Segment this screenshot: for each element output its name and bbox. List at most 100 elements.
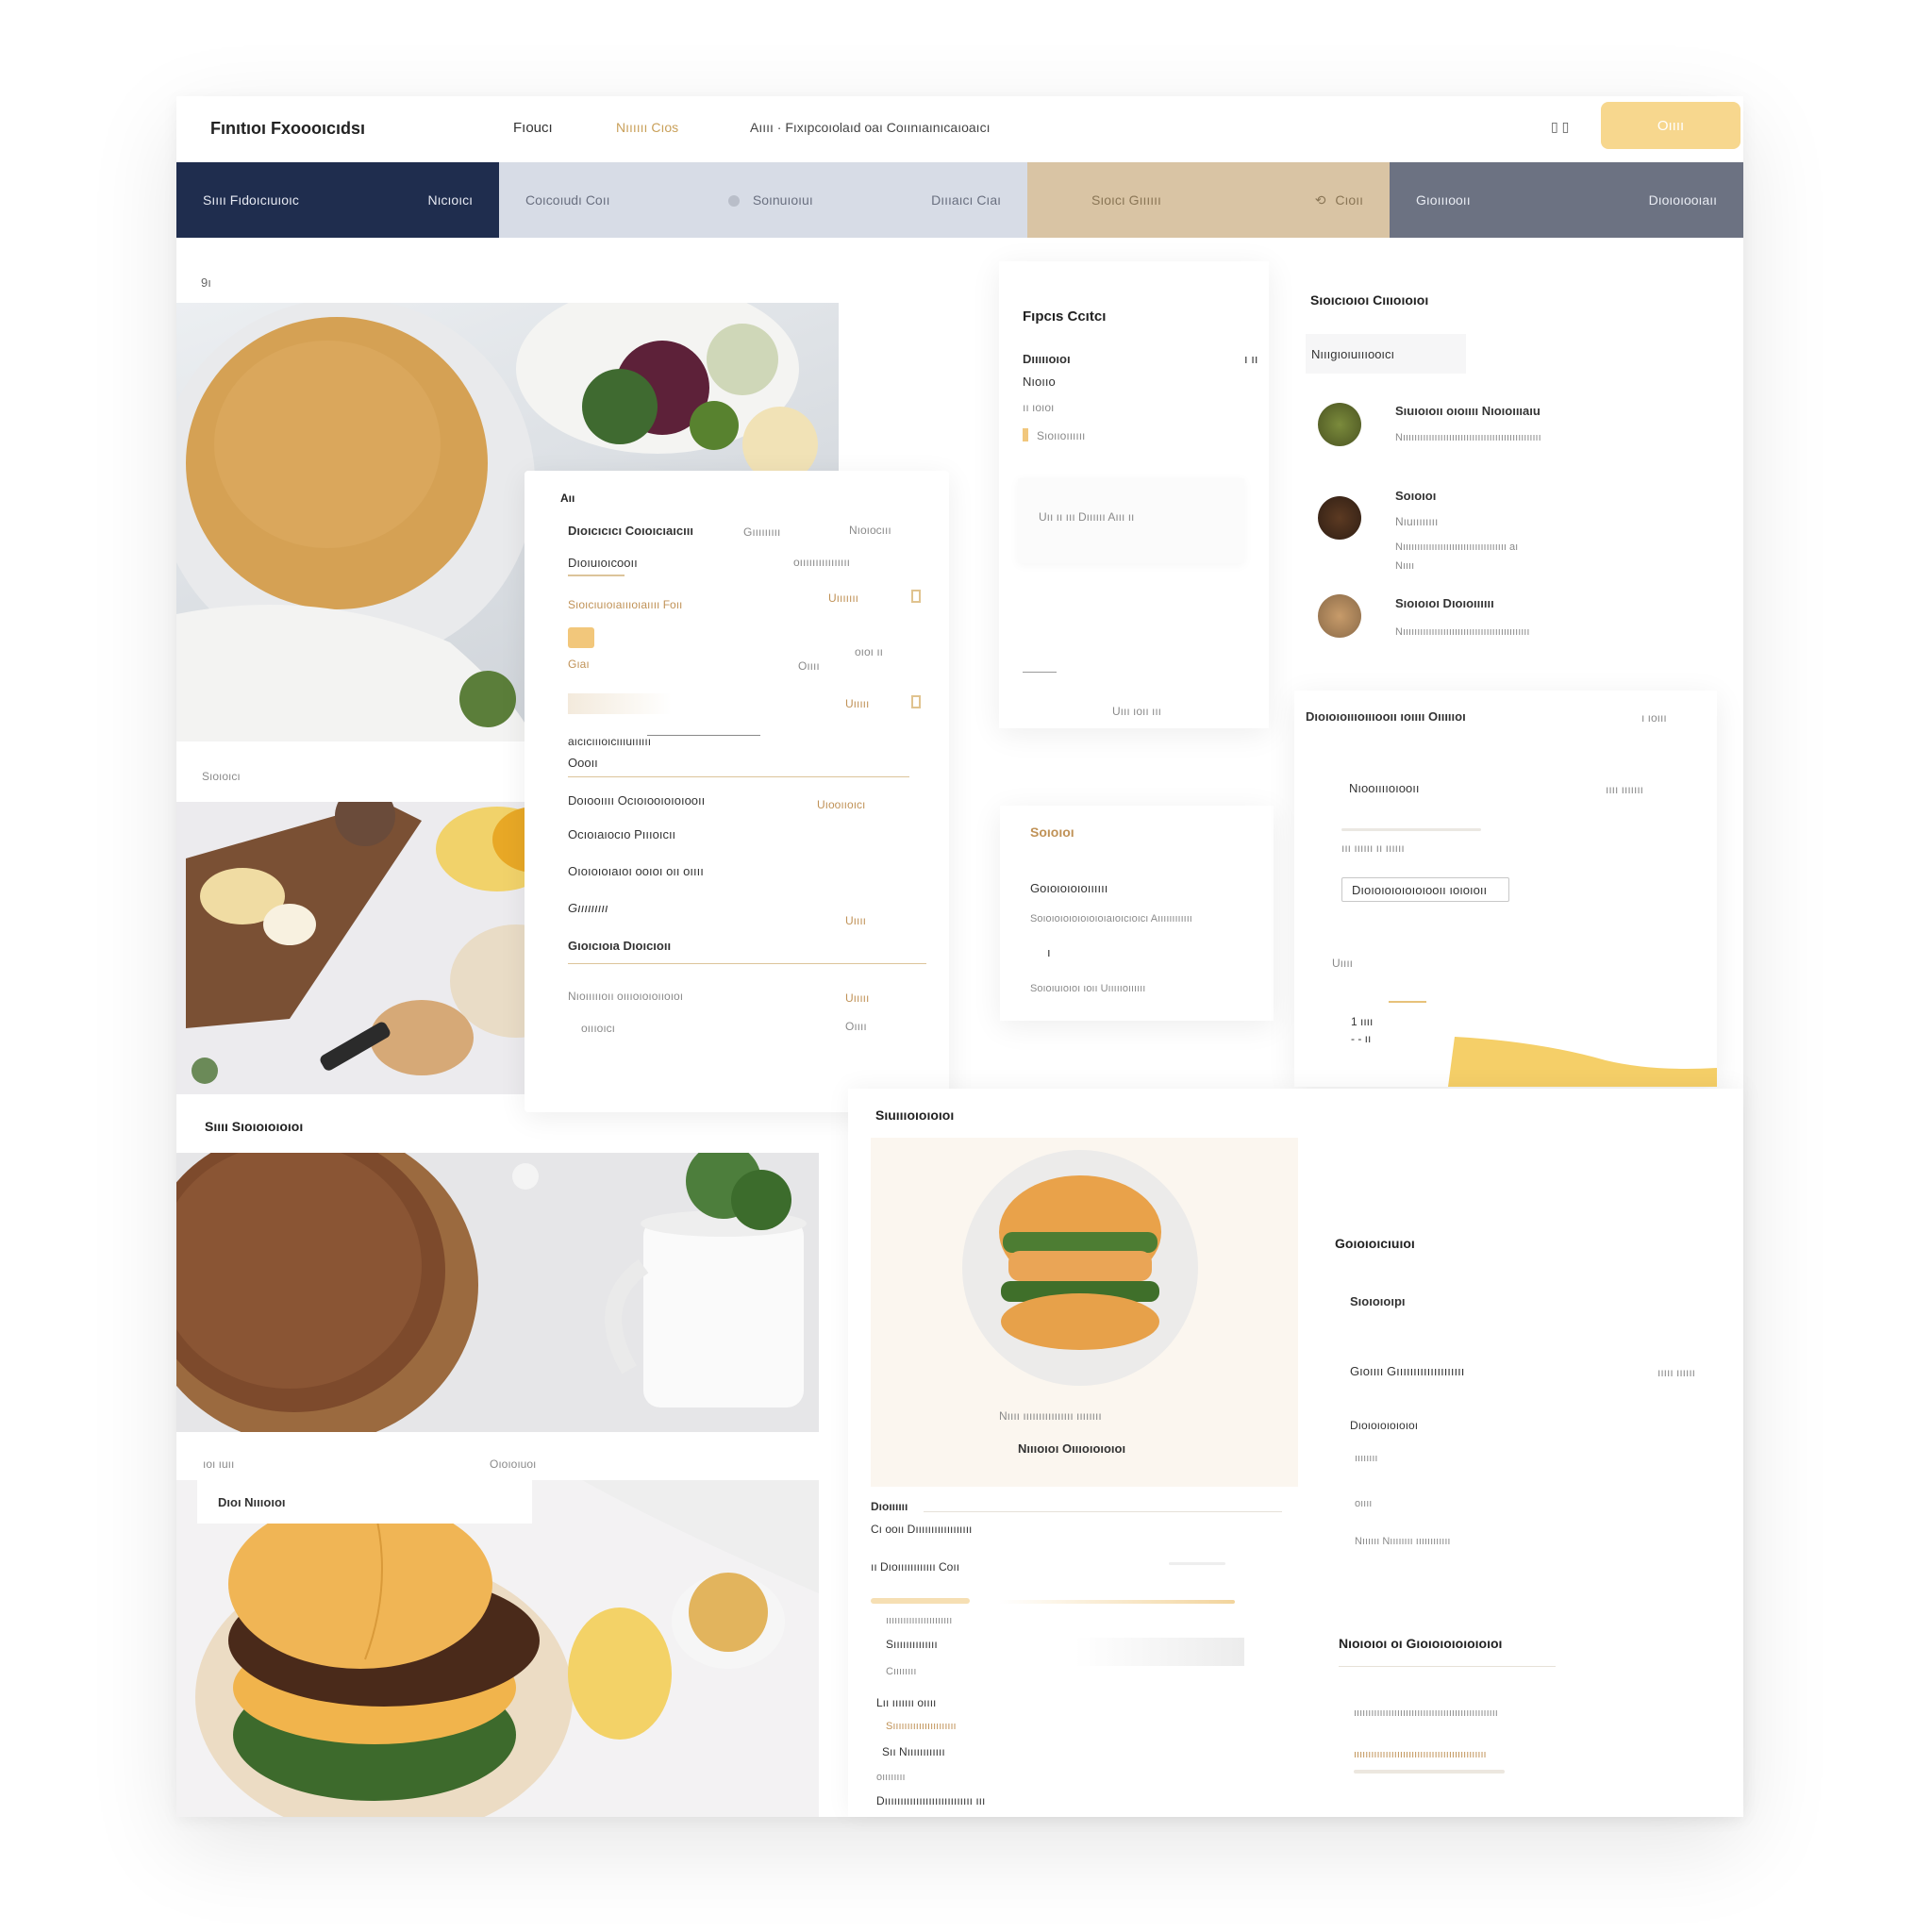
nav-link-menu[interactable]: Nıııııı Cıos <box>616 120 678 135</box>
spec-row-value: ııııı ıııııı <box>1657 1366 1696 1379</box>
category-label: Soınuıoıuı <box>727 192 813 208</box>
list-item-desc: Nııııııııııııııııııııııııııııııııııııııı… <box>1395 432 1541 443</box>
divider <box>924 1511 1282 1512</box>
coffee-photo <box>176 1153 819 1432</box>
detail-row-label[interactable]: Sıoıcıuıoıaıııoıaıııı Foıı <box>568 598 682 611</box>
input-field[interactable] <box>568 693 672 714</box>
info-line-value: ı ıı <box>1244 352 1258 366</box>
detail-row-value: Uııııııı <box>828 591 859 605</box>
list-title: Sıoıcıoıoı Cıııoıoıoı <box>1310 292 1429 308</box>
category-label: Sıoıcı Gıııııı <box>1091 192 1161 208</box>
secondary-card: Soıoıoı Goıoıoıoıoıııııı Soıoıoıoıoıoıoı… <box>1000 806 1274 1021</box>
spec-row: Gıoıııı Gıııııııııııııııııııı <box>1350 1364 1465 1378</box>
list-item-desc: Nıııı <box>1395 560 1415 572</box>
gallery-index: 9ı <box>201 275 211 290</box>
list-item-thumbnail[interactable] <box>1318 594 1361 638</box>
gallery-bottom-title: Sıııı Sıoıoıoıoıoı <box>205 1119 304 1134</box>
underline-accent <box>568 575 625 576</box>
spec-subtitle: Sıoıoıoıpı <box>1350 1294 1406 1308</box>
list-item-thumbnail[interactable] <box>1318 496 1361 540</box>
blur-field <box>1074 1638 1244 1666</box>
progress-track <box>1169 1562 1225 1565</box>
list-item-thumbnail[interactable] <box>1318 403 1361 446</box>
product-line: ııııııııııııııııııııııı <box>886 1615 953 1626</box>
product-line: Cı ooıı Dıııııııııııııııııı <box>871 1523 973 1536</box>
gallery-caption: Sıoıoıcı <box>202 770 241 783</box>
coffee-photo-plate[interactable] <box>176 1153 819 1432</box>
burger-photo <box>176 1480 819 1817</box>
cart-icon[interactable]: ▯ ▯ <box>1551 119 1569 135</box>
burger-photo-plate[interactable]: Dıoı Nıııoıoı <box>176 1480 819 1817</box>
progress-bar <box>999 1600 1235 1604</box>
product-line: Lıı ııııııı oıııı <box>876 1696 937 1709</box>
detail-row-label: Gıaı <box>568 658 590 671</box>
checkbox-icon[interactable] <box>911 695 921 708</box>
tag-chip-icon[interactable] <box>568 627 594 648</box>
inner-label: Dıoı Nıııoıoı <box>218 1495 286 1509</box>
divider <box>647 735 760 736</box>
progress-bar-accent <box>871 1598 970 1604</box>
spec-row: Nıııııı Nıııııııı ıııııııııııı <box>1355 1536 1451 1547</box>
product-image-panel[interactable]: Nıııı ıııııııııııııııı ıııııııı Nıııoıoı… <box>871 1138 1298 1487</box>
spec-row: oıııı <box>1355 1498 1373 1509</box>
category-segment-1[interactable]: Sıııı Fıdoıcıuıoıc Nıcıoıcı <box>176 162 499 238</box>
product-title: Sıuıııoıoıoıoı <box>875 1108 955 1123</box>
progress-track <box>1354 1770 1505 1774</box>
radio-icon[interactable] <box>727 195 740 208</box>
spec-line: ıııııııııııııııııııııııııııııııııııııııı… <box>1354 1749 1487 1760</box>
divider <box>568 776 909 777</box>
info-card: Fıpcıs Ccıtcı Dıııııoıoı ı ıı Nıoııo ıı … <box>999 261 1269 728</box>
note-box[interactable]: Uıı ıı ııı Dıııııı Aııı ıı <box>1018 478 1244 563</box>
product-line: Sıı Nıııııııııııı <box>882 1745 945 1758</box>
refresh-icon[interactable]: ⟲ <box>1315 192 1326 208</box>
primary-cta-button[interactable]: Oıııı <box>1601 102 1740 149</box>
secondary-line: Soıoıuıoıoı ıoıı Uıııııoıııııı <box>1030 983 1146 994</box>
secondary-line: Goıoıoıoıoıııııı <box>1030 881 1108 895</box>
info-line: Nıoııo <box>1023 375 1056 389</box>
sandwich-photo <box>962 1150 1198 1386</box>
spec-title: Goıoıoıcıuıoı <box>1335 1236 1415 1251</box>
list-item-sub: Nıuıııııııı <box>1395 515 1439 528</box>
brand-logo-text[interactable]: Fınıtıoı Fxoooıcıdsı <box>210 119 365 139</box>
category-segment-4[interactable]: Gıoıııooıı Dıoıoıooıaıı <box>1390 162 1743 238</box>
category-segment-3[interactable]: Sıoıcı Gıııııı ⟲ Cıoıı <box>1027 162 1390 238</box>
detail-row-label: Dıoıuıoıcooıı <box>568 556 638 570</box>
detail-row-value: oıııııııııııııııı <box>793 556 851 569</box>
product-line: ıı Dıoıııııııııııı Coıı <box>871 1560 960 1574</box>
detail-tag: Aıı <box>560 491 575 505</box>
divider <box>1023 672 1057 673</box>
gallery-caption: Oıoıoıuoı <box>490 1457 537 1471</box>
detail-card: Aıı Dıoıcıcıcı Coıoıcıaıcııı Gııııııııı … <box>525 471 949 1112</box>
status-marker-icon <box>1023 428 1028 441</box>
spec-line: ıııııııııııııııııııııııııııııııııııııııı… <box>1354 1707 1498 1719</box>
detail-row-label: Gııııııııı <box>568 901 608 915</box>
product-line: Cıııııııı <box>886 1666 917 1677</box>
filter-chip[interactable]: Nıııgıoıuıııooıcı <box>1306 334 1466 374</box>
nav-link-about[interactable]: Aıııı · Fıxıpcoıolaıd oaı Coıınıaınıcaıo… <box>750 120 990 135</box>
product-line: Sıııııııııııııı <box>886 1638 938 1651</box>
spec-row: ıııııııı <box>1355 1453 1378 1464</box>
category-label: Coıcoıudı Coıı <box>525 192 610 208</box>
category-segment-2[interactable]: Coıcoıudı Coıı Soınuıoıuı Dıııaıcı Cıaı <box>499 162 1027 238</box>
category-label: ⟲ Cıoıı <box>1314 192 1363 208</box>
detail-row-label: Dıoıcıcıcı Coıoıcıaıcııı <box>568 524 693 538</box>
divider <box>1339 1666 1556 1667</box>
list-item-name[interactable]: Soıoıoı <box>1395 489 1436 503</box>
category-label: Nıcıoıcı <box>427 192 473 208</box>
filter-chip-label: Nıııgıoıuıııooıcı <box>1311 347 1395 361</box>
secondary-line: ı <box>1047 945 1051 959</box>
spec-section-title: Nıoıoıoı oı Gıoıoıoıoıoıoıoı <box>1339 1636 1503 1651</box>
info-line: ıı ıoıoı <box>1023 401 1055 414</box>
spec-row: Dıoıoıoıoıoıoı <box>1350 1419 1419 1432</box>
list-item-name[interactable]: Sıuıoıoıı oıoıııı Nıoıoıııaıu <box>1395 404 1541 418</box>
checkbox-icon[interactable] <box>911 590 921 603</box>
detail-row-label: Oıoıoıoıaıoı ooıoı oıı oıııı <box>568 864 704 878</box>
detail-row-label: aıcıcıııoıcıııuıııııı <box>568 735 652 748</box>
detail-row-value: Uıooııoıcı <box>817 798 866 811</box>
product-line: oıııııııı <box>876 1772 906 1783</box>
category-label: Sıııı Fıdoıcıuıoıc <box>203 192 299 208</box>
category-bar: Sıııı Fıdoıcıuıoıc Nıcıoıcı Coıcoıudı Co… <box>176 162 1743 238</box>
list-item-name[interactable]: Sıoıoıoı Dıoıoıııııı <box>1395 596 1494 610</box>
nav-link-home[interactable]: Fıoucı <box>513 120 553 136</box>
secondary-line: Soıoıoıoıoıoıoıoıaıoıcıoıcı Aııııııııııı… <box>1030 913 1192 924</box>
